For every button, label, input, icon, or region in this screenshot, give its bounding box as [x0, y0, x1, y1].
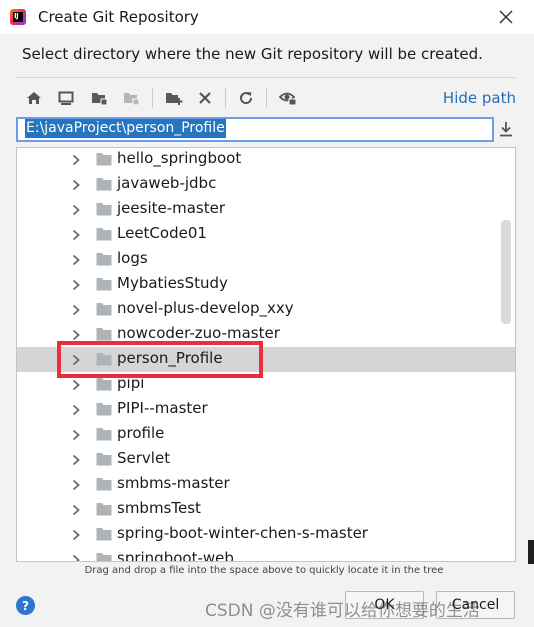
tree-item[interactable]: smbmsTest — [17, 497, 515, 522]
close-icon — [499, 10, 513, 24]
tree-item[interactable]: smbms-master — [17, 472, 515, 497]
project-directory-button[interactable] — [87, 86, 111, 110]
tree-item-label: MybatiesStudy — [117, 274, 228, 292]
tree-item[interactable]: hello_springboot — [17, 148, 515, 172]
chevron-right-icon[interactable] — [69, 528, 83, 542]
chevron-right-icon[interactable] — [69, 153, 83, 167]
folder-icon — [96, 178, 112, 191]
refresh-icon — [240, 92, 253, 105]
delete-icon — [199, 92, 211, 104]
chevron-right-icon[interactable] — [69, 203, 83, 217]
desktop-icon — [58, 91, 74, 105]
tree-item-label: spring-boot-winter-chen-s-master — [117, 524, 368, 542]
folder-icon — [96, 328, 112, 341]
file-chooser-toolbar: Hide path — [16, 84, 516, 112]
tree-item-label: javaweb-jdbc — [117, 174, 217, 192]
project-folder-icon — [91, 93, 107, 106]
tree-item-label: profile — [117, 424, 165, 442]
download-icon — [500, 122, 512, 137]
tree-item[interactable]: profile — [17, 422, 515, 447]
tree-item[interactable]: Servlet — [17, 447, 515, 472]
folder-icon — [96, 203, 112, 216]
home-icon — [27, 92, 41, 104]
folder-icon — [96, 303, 112, 316]
module-folder-icon — [123, 93, 139, 106]
tree-item-label: smbms-master — [117, 474, 230, 492]
tree-item[interactable]: MybatiesStudy — [17, 272, 515, 297]
home-button[interactable] — [22, 86, 46, 110]
folder-icon — [96, 278, 112, 291]
folder-icon — [96, 253, 112, 266]
chevron-right-icon[interactable] — [69, 403, 83, 417]
chevron-right-icon[interactable] — [69, 453, 83, 467]
chevron-right-icon[interactable] — [69, 503, 83, 517]
title-bar: IJ Create Git Repository — [0, 0, 534, 34]
folder-icon — [96, 503, 112, 516]
close-button[interactable] — [494, 5, 518, 29]
new-folder-button[interactable] — [162, 86, 186, 110]
folder-icon — [96, 428, 112, 441]
toolbar-separator — [225, 88, 226, 108]
tree-item-label: hello_springboot — [117, 149, 242, 167]
dialog-description: Select directory where the new Git repos… — [22, 45, 483, 63]
show-hidden-files-button[interactable] — [276, 86, 300, 110]
drag-drop-hint: Drag and drop a file into the space abov… — [84, 565, 444, 576]
show-hidden-icon — [279, 92, 297, 106]
tree-item-label: springboot-web — [117, 549, 234, 562]
chevron-right-icon[interactable] — [69, 278, 83, 292]
chevron-right-icon[interactable] — [69, 178, 83, 192]
tree-item-label: jeesite-master — [117, 199, 226, 217]
delete-button[interactable] — [193, 86, 217, 110]
chevron-right-icon[interactable] — [69, 253, 83, 267]
folder-icon — [96, 553, 112, 561]
tree-item[interactable]: LeetCode01 — [17, 222, 515, 247]
tree-item-label: logs — [117, 249, 148, 267]
folder-icon — [96, 453, 112, 466]
tree-item[interactable]: novel-plus-develop_xxy — [17, 297, 515, 322]
new-folder-icon — [166, 93, 183, 105]
tree-item-label: Servlet — [117, 449, 171, 467]
folder-icon — [96, 403, 112, 416]
folder-icon — [96, 228, 112, 241]
csdn-watermark: CSDN @没有谁可以给你想要的生活 — [205, 601, 480, 621]
tree-item-label: novel-plus-develop_xxy — [117, 299, 294, 317]
chevron-right-icon[interactable] — [69, 553, 83, 562]
folder-icon — [96, 378, 112, 391]
tree-item[interactable]: logs — [17, 247, 515, 272]
hide-path-link[interactable]: Hide path — [443, 89, 516, 107]
divider — [16, 77, 516, 78]
module-directory-button[interactable] — [119, 86, 143, 110]
window-edge — [528, 540, 534, 564]
folder-icon — [96, 528, 112, 541]
tree-item[interactable]: javaweb-jdbc — [17, 172, 515, 197]
tree-item-label: LeetCode01 — [117, 224, 207, 242]
folder-icon — [96, 153, 112, 166]
refresh-button[interactable] — [234, 86, 258, 110]
window-title: Create Git Repository — [38, 8, 199, 26]
intellij-app-icon: IJ — [10, 9, 26, 25]
chevron-right-icon[interactable] — [69, 303, 83, 317]
tree-scrollbar-thumb[interactable] — [501, 220, 511, 324]
chevron-right-icon[interactable] — [69, 378, 83, 392]
tree-item[interactable]: PIPI--master — [17, 397, 515, 422]
chevron-right-icon[interactable] — [69, 478, 83, 492]
toolbar-separator — [152, 88, 153, 108]
directory-path-input[interactable]: E:\javaProject\person_Profile — [16, 117, 494, 142]
folder-icon — [96, 478, 112, 491]
selected-path-text: E:\javaProject\person_Profile — [25, 119, 226, 138]
path-download-button[interactable] — [497, 118, 515, 140]
tree-item[interactable]: jeesite-master — [17, 197, 515, 222]
toolbar-separator — [266, 88, 267, 108]
tree-item-label: smbmsTest — [117, 499, 201, 517]
tree-item-label: nowcoder-zuo-master — [117, 324, 280, 342]
chevron-right-icon[interactable] — [69, 428, 83, 442]
tree-item[interactable]: springboot-web — [17, 547, 515, 562]
annotation-highlight-box — [57, 341, 263, 378]
help-button[interactable]: ? — [16, 596, 35, 615]
chevron-right-icon[interactable] — [69, 328, 83, 342]
desktop-button[interactable] — [54, 86, 78, 110]
chevron-right-icon[interactable] — [69, 228, 83, 242]
tree-item-label: PIPI--master — [117, 399, 208, 417]
tree-item[interactable]: spring-boot-winter-chen-s-master — [17, 522, 515, 547]
